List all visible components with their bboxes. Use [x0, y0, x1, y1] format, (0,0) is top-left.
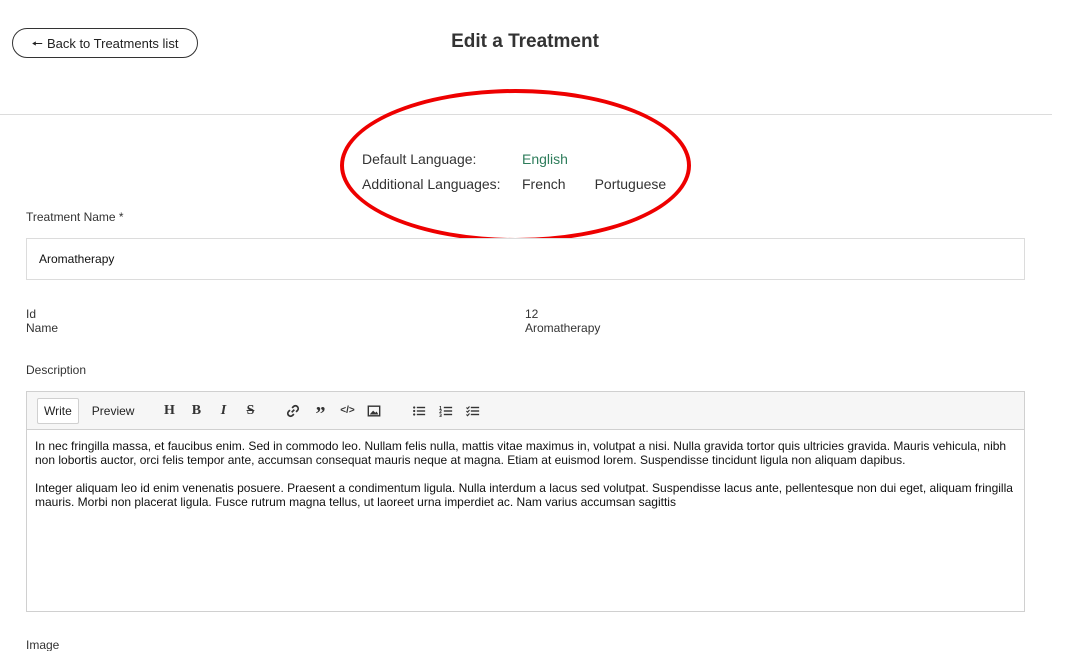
info-values: 12 Aromatherapy: [525, 307, 600, 335]
task-list-icon[interactable]: [464, 402, 482, 420]
numbered-list-icon[interactable]: 123: [437, 402, 455, 420]
default-language-value[interactable]: English: [522, 151, 568, 167]
header-divider: [0, 114, 1052, 115]
quote-icon[interactable]: ”: [311, 399, 329, 424]
bold-icon[interactable]: B: [187, 402, 205, 420]
default-language-label: Default Language:: [362, 150, 477, 167]
image-label: Image: [26, 638, 60, 651]
name-label: Name: [26, 321, 59, 335]
name-value: Aromatherapy: [525, 321, 601, 335]
id-value: 12: [525, 307, 539, 321]
link-icon[interactable]: [284, 402, 302, 420]
description-label: Description: [26, 363, 87, 377]
additional-languages-row: Additional Languages: French Portuguese: [362, 171, 695, 196]
bulleted-list-icon[interactable]: [410, 402, 428, 420]
image-icon[interactable]: [365, 402, 383, 420]
additional-languages-label: Additional Languages:: [362, 175, 501, 192]
code-icon[interactable]: </>: [338, 402, 356, 420]
description-paragraph-2: Integer aliquam leo id enim venenatis po…: [35, 481, 1013, 509]
editor-textarea[interactable]: In nec fringilla massa, et faucibus enim…: [27, 430, 1024, 509]
tab-write[interactable]: Write: [37, 397, 79, 424]
svg-text:3: 3: [439, 413, 442, 418]
markdown-editor: Write Preview H B I S ” </> 1 2 3 In nec…: [26, 391, 1025, 612]
italic-icon[interactable]: I: [214, 402, 232, 420]
editor-toolbar: Write Preview H B I S ” </> 1 2 3: [27, 392, 1024, 430]
info-labels: Id Name: [26, 307, 58, 335]
default-language-row: Default Language: English: [362, 146, 695, 171]
language-info: Default Language: English Additional Lan…: [362, 146, 695, 196]
treatment-name-label: Treatment Name *: [26, 210, 124, 224]
treatment-name-input[interactable]: [26, 238, 1025, 280]
page-title: Edit a Treatment: [451, 31, 599, 52]
language-french[interactable]: French: [522, 176, 566, 192]
language-portuguese[interactable]: Portuguese: [595, 176, 667, 192]
heading-icon[interactable]: H: [160, 402, 178, 420]
edit-treatment-page: 🠔 Back to Treatments list Edit a Treatme…: [0, 0, 1087, 651]
description-paragraph-1: In nec fringilla massa, et faucibus enim…: [35, 439, 1007, 467]
strikethrough-icon[interactable]: S: [241, 402, 259, 420]
tab-preview[interactable]: Preview: [85, 398, 142, 424]
id-label: Id: [26, 307, 37, 321]
